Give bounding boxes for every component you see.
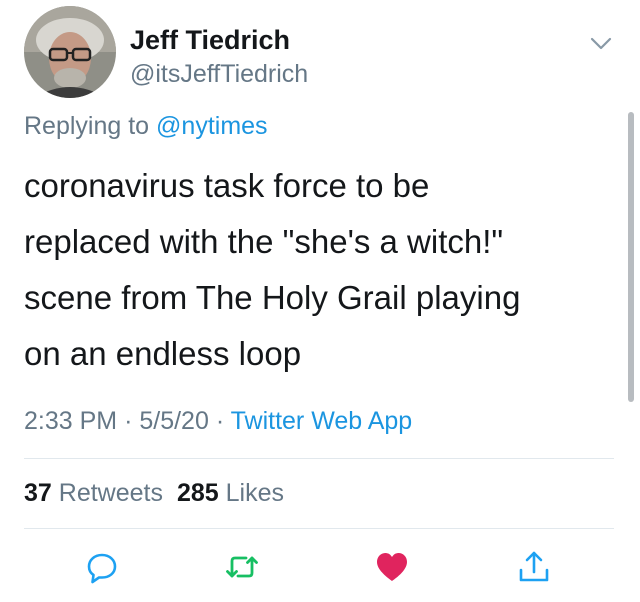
tweet-text-line: replaced with the "she's a witch!" <box>24 223 504 260</box>
user-handle[interactable]: @itsJeffTiedrich <box>130 60 308 89</box>
tweet-meta: 2:33 PM · 5/5/20 · Twitter Web App <box>24 407 412 436</box>
meta-separator: · <box>215 407 225 435</box>
chevron-down-icon[interactable] <box>588 30 614 56</box>
tweet-text-line: on an endless loop <box>24 335 302 372</box>
tweet-stats: 37 Retweets 285 Likes <box>24 479 284 508</box>
scrollbar[interactable] <box>628 112 634 402</box>
tweet-text-line: coronavirus task force to be <box>24 167 430 204</box>
heart-icon <box>377 553 407 581</box>
retweet-button[interactable] <box>224 549 260 585</box>
tweet-detail: Jeff Tiedrich @itsJeffTiedrich Replying … <box>0 0 640 602</box>
like-button[interactable] <box>374 549 410 585</box>
retweet-icon <box>226 556 258 578</box>
retweets-label: Retweets <box>58 479 163 507</box>
share-button[interactable] <box>516 549 552 585</box>
likes-label: Likes <box>225 479 285 507</box>
tweet-time[interactable]: 2:33 PM <box>24 407 117 435</box>
divider <box>24 458 614 459</box>
divider <box>24 528 614 529</box>
reply-icon <box>87 553 117 584</box>
retweets-stat[interactable]: 37 Retweets <box>24 479 163 507</box>
tweet-text-line: scene from The Holy Grail playing <box>24 279 521 316</box>
reply-context-prefix: Replying to <box>24 112 150 140</box>
display-name[interactable]: Jeff Tiedrich <box>130 25 290 56</box>
retweets-count: 37 <box>24 479 52 507</box>
likes-count: 285 <box>176 479 219 507</box>
tweet-date[interactable]: 5/5/20 <box>139 407 209 435</box>
likes-stat[interactable]: 285 Likes <box>177 479 284 507</box>
mention-link[interactable]: @nytimes <box>156 112 268 140</box>
reply-button[interactable] <box>84 549 120 585</box>
tweet-text: coronavirus task force to be replaced wi… <box>24 158 614 382</box>
share-icon <box>519 551 549 582</box>
meta-separator: · <box>124 407 133 435</box>
reply-context: Replying to @nytimes <box>24 112 268 141</box>
avatar[interactable] <box>24 6 116 98</box>
source-link[interactable]: Twitter Web App <box>231 407 413 435</box>
